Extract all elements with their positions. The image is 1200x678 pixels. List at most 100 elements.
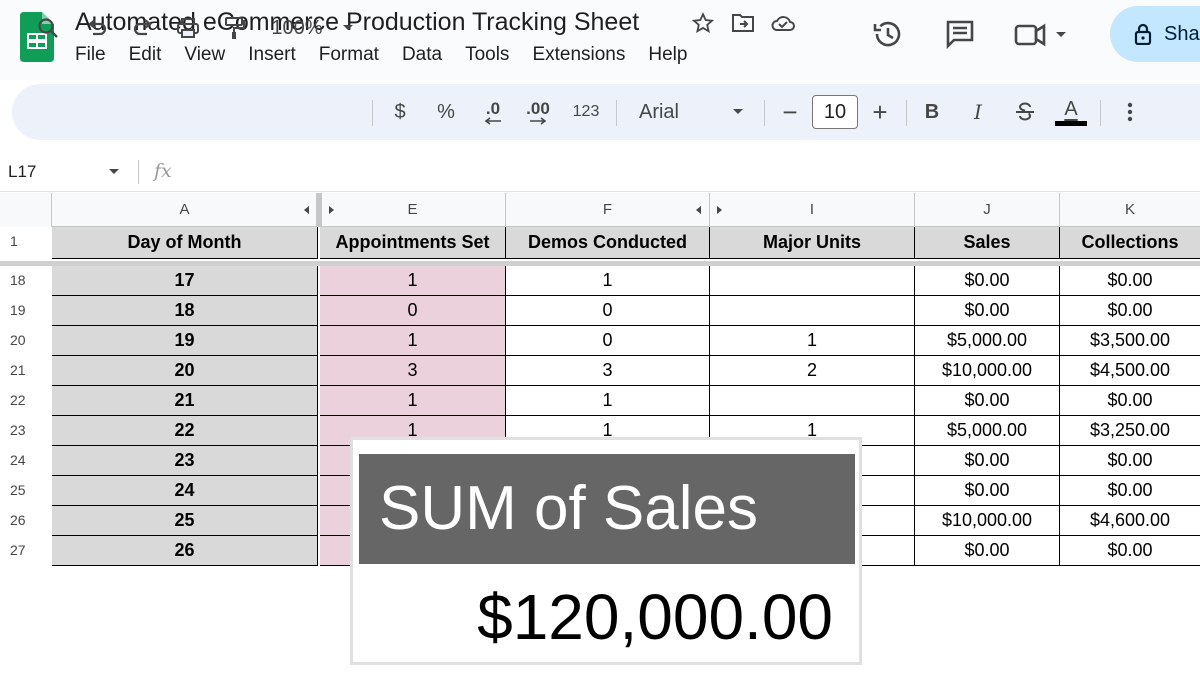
row-number[interactable]: 25: [0, 482, 52, 498]
move-folder-icon[interactable]: [730, 10, 756, 36]
row-number[interactable]: 27: [0, 542, 52, 558]
cell-day[interactable]: 17: [52, 266, 318, 296]
increase-decimal-button[interactable]: .00: [520, 84, 556, 140]
cell-sales[interactable]: $10,000.00: [915, 356, 1060, 386]
zoom-select[interactable]: 100%: [266, 0, 328, 56]
cell-sales[interactable]: $0.00: [915, 266, 1060, 296]
cell-sales[interactable]: $10,000.00: [915, 506, 1060, 536]
decrease-font-size-button[interactable]: −: [778, 84, 802, 140]
cell-sales[interactable]: $0.00: [915, 536, 1060, 566]
column-header-k[interactable]: K: [1060, 193, 1200, 227]
cell-collections[interactable]: $4,600.00: [1060, 506, 1200, 536]
cell-day[interactable]: 25: [52, 506, 318, 536]
menu-data[interactable]: Data: [402, 44, 453, 66]
cell-collections[interactable]: $0.00: [1060, 266, 1200, 296]
select-all-corner[interactable]: [0, 193, 52, 227]
cell-sales[interactable]: $0.00: [915, 386, 1060, 416]
redo-icon[interactable]: [130, 0, 156, 56]
cell-appointments[interactable]: 0: [320, 296, 506, 326]
cell-appointments[interactable]: 3: [320, 356, 506, 386]
cell-day[interactable]: 19: [52, 326, 318, 356]
undo-icon[interactable]: [84, 0, 110, 56]
cell-major-units[interactable]: 1: [710, 326, 915, 356]
cell-sales[interactable]: $0.00: [915, 296, 1060, 326]
version-history-icon[interactable]: [868, 14, 908, 54]
menu-help[interactable]: Help: [648, 44, 698, 66]
column-header-j[interactable]: J: [915, 193, 1060, 227]
row-number[interactable]: 23: [0, 422, 52, 438]
cell-day[interactable]: 21: [52, 386, 318, 416]
row-number[interactable]: 1: [0, 233, 52, 249]
cell-day[interactable]: 23: [52, 446, 318, 476]
cell-sales[interactable]: $5,000.00: [915, 326, 1060, 356]
cell-major-units[interactable]: 2: [710, 356, 915, 386]
row-number[interactable]: 20: [0, 332, 52, 348]
header-sales[interactable]: Sales: [915, 227, 1060, 259]
cell-appointments[interactable]: 1: [320, 266, 506, 296]
row-number[interactable]: 18: [0, 272, 52, 288]
column-header-i[interactable]: I: [710, 193, 915, 227]
font-size-input[interactable]: 10: [812, 95, 858, 129]
cell-major-units[interactable]: [710, 386, 915, 416]
strikethrough-icon[interactable]: [1012, 84, 1038, 140]
cell-day[interactable]: 18: [52, 296, 318, 326]
cell-collections[interactable]: $3,250.00: [1060, 416, 1200, 446]
cell-demos[interactable]: 1: [506, 386, 710, 416]
decrease-decimal-button[interactable]: .0: [476, 84, 510, 140]
menu-tools[interactable]: Tools: [465, 44, 520, 66]
column-header-a[interactable]: A: [52, 193, 318, 227]
cell-demos[interactable]: 3: [506, 356, 710, 386]
cell-sales[interactable]: $0.00: [915, 476, 1060, 506]
cell-day[interactable]: 20: [52, 356, 318, 386]
header-demos-conducted[interactable]: Demos Conducted: [506, 227, 710, 259]
cloud-status-icon[interactable]: [770, 10, 796, 36]
cell-day[interactable]: 26: [52, 536, 318, 566]
cell-collections[interactable]: $0.00: [1060, 536, 1200, 566]
cell-appointments[interactable]: 1: [320, 326, 506, 356]
hidden-columns-right-arrow-icon[interactable]: [716, 205, 724, 215]
cell-collections[interactable]: $0.00: [1060, 386, 1200, 416]
row-number[interactable]: 19: [0, 302, 52, 318]
hidden-columns-left-arrow-icon[interactable]: [694, 205, 702, 215]
hidden-columns-marker[interactable]: [316, 193, 322, 227]
star-icon[interactable]: [690, 10, 716, 36]
meet-video-icon[interactable]: [1012, 14, 1072, 54]
zoom-dropdown-icon[interactable]: [338, 0, 358, 56]
share-button[interactable]: Sha: [1110, 6, 1200, 62]
cell-sales[interactable]: $5,000.00: [915, 416, 1060, 446]
print-icon[interactable]: [174, 0, 202, 56]
italic-button[interactable]: I: [966, 84, 990, 140]
hidden-columns-right-arrow-icon[interactable]: [328, 205, 336, 215]
name-box-dropdown-icon[interactable]: [108, 168, 120, 176]
column-header-e[interactable]: E: [320, 193, 506, 227]
menu-extensions[interactable]: Extensions: [532, 44, 636, 66]
row-number[interactable]: 26: [0, 512, 52, 528]
paint-format-icon[interactable]: [220, 0, 248, 56]
header-day-of-month[interactable]: Day of Month: [52, 227, 318, 259]
cell-collections[interactable]: $0.00: [1060, 446, 1200, 476]
text-color-button[interactable]: A: [1054, 84, 1088, 140]
header-major-units[interactable]: Major Units: [710, 227, 915, 259]
bold-button[interactable]: B: [920, 84, 944, 140]
cell-day[interactable]: 22: [52, 416, 318, 446]
cell-major-units[interactable]: [710, 296, 915, 326]
cell-collections[interactable]: $3,500.00: [1060, 326, 1200, 356]
cell-collections[interactable]: $0.00: [1060, 296, 1200, 326]
percent-format-button[interactable]: %: [434, 84, 458, 140]
cell-major-units[interactable]: [710, 266, 915, 296]
number-format-button[interactable]: 123: [568, 84, 604, 140]
cell-demos[interactable]: 1: [506, 266, 710, 296]
cell-demos[interactable]: 0: [506, 296, 710, 326]
increase-font-size-button[interactable]: +: [868, 84, 892, 140]
row-number[interactable]: 21: [0, 362, 52, 378]
cell-appointments[interactable]: 1: [320, 386, 506, 416]
cell-collections[interactable]: $4,500.00: [1060, 356, 1200, 386]
font-family-select[interactable]: Arial: [634, 84, 684, 140]
header-appointments-set[interactable]: Appointments Set: [320, 227, 506, 259]
name-box[interactable]: L17: [8, 162, 36, 182]
cell-demos[interactable]: 0: [506, 326, 710, 356]
row-number[interactable]: 22: [0, 392, 52, 408]
comments-icon[interactable]: [940, 14, 980, 54]
font-dropdown-icon[interactable]: [728, 84, 748, 140]
cell-collections[interactable]: $0.00: [1060, 476, 1200, 506]
